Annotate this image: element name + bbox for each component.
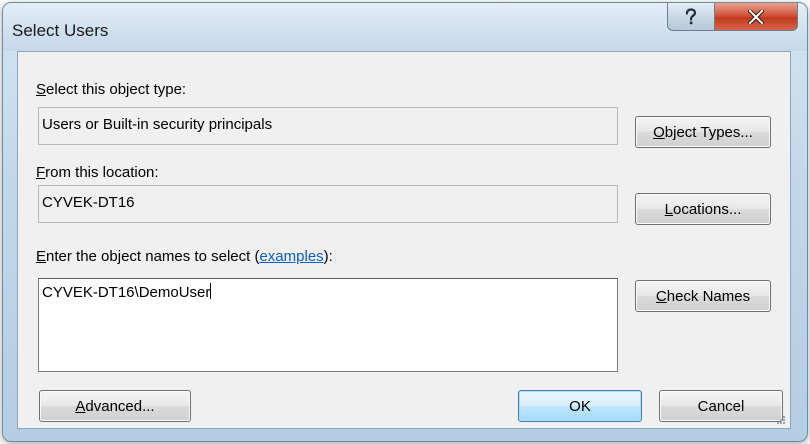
advanced-button[interactable]: Advanced... xyxy=(39,390,191,422)
question-mark-icon xyxy=(685,7,697,24)
resize-grip-icon[interactable] xyxy=(775,414,785,424)
text-caret xyxy=(210,283,212,299)
location-value: CYVEK-DT16 xyxy=(38,185,618,223)
select-users-dialog: Select Users Select this object type: Us… xyxy=(2,2,808,442)
dialog-body: Select this object type: Users or Built-… xyxy=(17,51,791,429)
title-bar[interactable]: Select Users xyxy=(3,3,807,51)
object-types-button[interactable]: Object Types... xyxy=(635,116,771,148)
object-names-text: CYVEK-DT16\DemoUser xyxy=(42,284,211,301)
location-label: From this location: xyxy=(36,164,159,181)
dialog-title: Select Users xyxy=(12,21,109,40)
locations-button[interactable]: Locations... xyxy=(635,193,771,225)
object-type-label: Select this object type: xyxy=(36,81,187,98)
check-names-button[interactable]: Check Names xyxy=(635,280,771,312)
close-x-icon xyxy=(748,9,764,24)
examples-link[interactable]: examples xyxy=(259,248,323,265)
cancel-button[interactable]: Cancel xyxy=(659,390,783,422)
object-names-label: Enter the object names to select (exampl… xyxy=(36,248,333,265)
help-button[interactable] xyxy=(667,3,715,31)
ok-button[interactable]: OK xyxy=(518,390,642,422)
close-button[interactable] xyxy=(714,3,798,31)
object-type-value: Users or Built-in security principals xyxy=(38,107,618,145)
object-names-input[interactable]: CYVEK-DT16\DemoUser xyxy=(38,278,618,372)
